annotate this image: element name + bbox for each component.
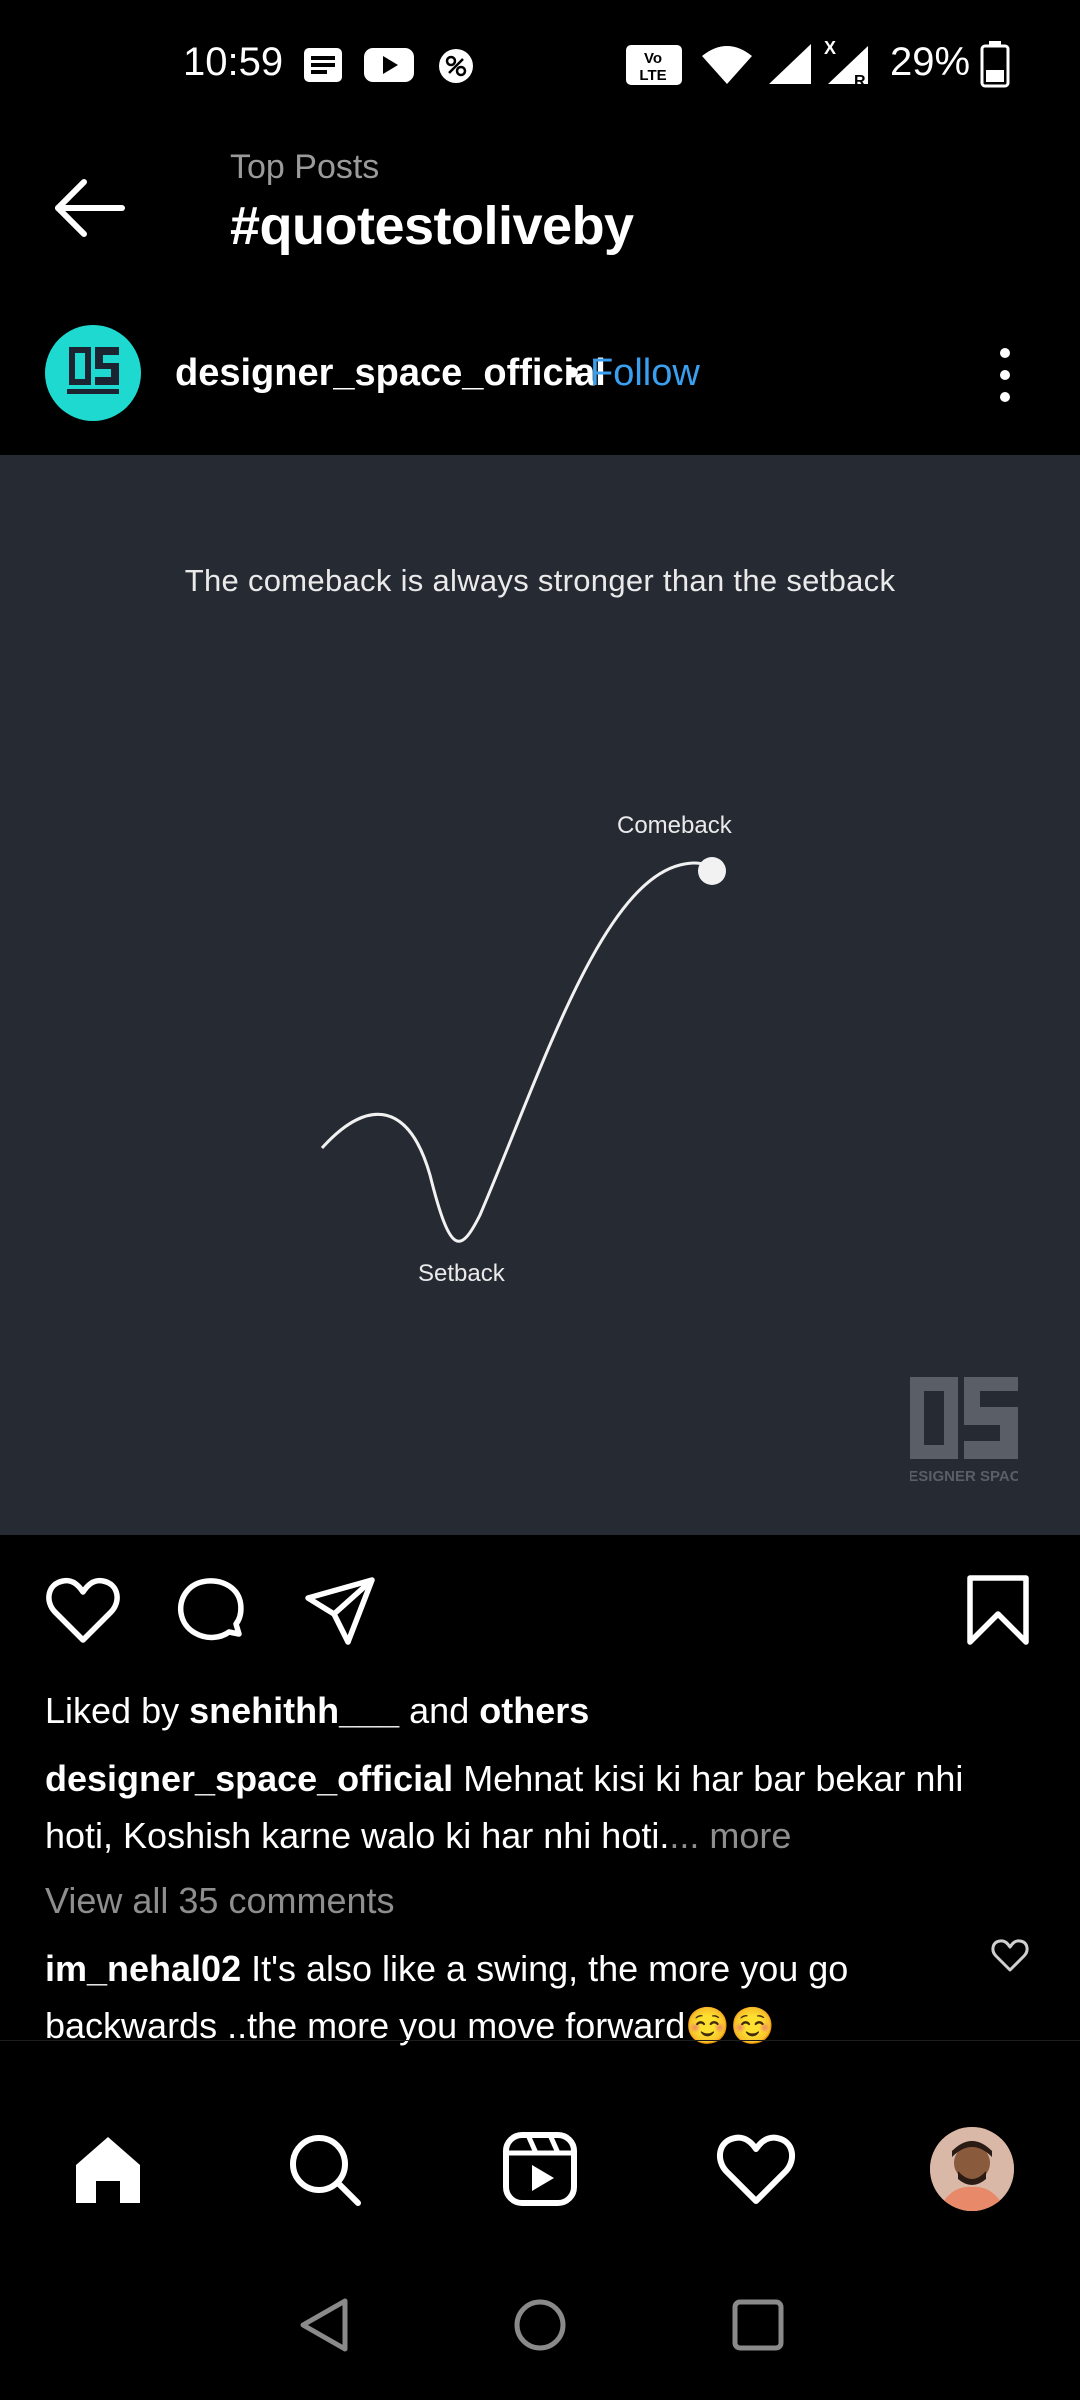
page-title[interactable]: #quotestoliveby [230,195,634,257]
back-arrow-icon[interactable] [50,170,126,246]
post-caption: designer_space_official Mehnat kisi ki h… [45,1750,1025,1864]
signal-icon [769,44,811,84]
liked-by-text[interactable]: Liked by snehithh___ and others [45,1690,589,1732]
svg-text:LTE: LTE [639,67,666,84]
system-home-icon[interactable] [510,2295,570,2355]
battery-icon [980,41,1010,88]
profile-photo [930,2127,1014,2211]
comeback-label: Comeback [617,812,732,839]
system-back-icon[interactable] [295,2295,355,2355]
caption-username[interactable]: designer_space_official [45,1758,453,1799]
liked-user[interactable]: snehithh___ [189,1690,399,1731]
svg-text:X: X [824,38,836,58]
post-avatar[interactable] [45,325,141,421]
comment-username[interactable]: im_nehal02 [45,1948,241,1989]
share-send-icon[interactable] [302,1572,378,1648]
header-subtitle: Top Posts [230,148,380,186]
designer-space-watermark: DESIGNER SPACE [910,1377,1018,1485]
more-options-icon[interactable] [990,345,1020,405]
reels-icon[interactable] [500,2129,580,2209]
setback-label: Setback [418,1260,505,1287]
separator-dot: • [566,352,580,394]
follow-button[interactable]: Follow [590,352,700,395]
news-icon [304,48,342,82]
comment-item: im_nehal02 It's also like a swing, the m… [45,1940,945,2054]
status-bar: 10:59 Vo LTE X R 29% [0,0,1080,130]
caption-more-link[interactable]: ... more [669,1815,791,1856]
home-icon[interactable] [68,2129,148,2209]
youtube-icon [364,48,414,82]
ds-logo-icon [67,347,119,394]
volte-icon: Vo LTE [626,45,682,85]
app-icon [439,49,473,83]
comment-icon[interactable] [173,1572,249,1648]
bottom-nav-bar [0,2040,1080,2261]
like-heart-icon[interactable] [45,1572,121,1648]
svg-text:R: R [854,73,866,88]
comeback-dot [698,857,726,885]
save-bookmark-icon[interactable] [960,1572,1036,1648]
profile-avatar[interactable] [930,2127,1014,2211]
liked-mid: and [399,1690,480,1731]
activity-heart-icon[interactable] [716,2129,796,2209]
watermark-text: DESIGNER SPACE [910,1468,1018,1485]
signal-roaming-icon: X R [824,38,868,88]
liked-prefix: Liked by [45,1690,190,1731]
status-time: 10:59 [183,40,284,84]
liked-others[interactable]: others [479,1690,589,1731]
system-recents-icon[interactable] [728,2295,788,2355]
curve-graphic [320,857,726,1243]
post-username[interactable]: designer_space_official [175,352,606,395]
svg-text:Vo: Vo [644,50,662,67]
search-icon[interactable] [284,2129,364,2209]
wifi-icon [702,46,752,84]
view-all-comments-link[interactable]: View all 35 comments [45,1880,395,1922]
post-image[interactable]: The comeback is always stronger than the… [0,455,1080,1535]
battery-percent: 29% [890,40,971,84]
comment-like-heart-icon[interactable] [990,1936,1030,1976]
